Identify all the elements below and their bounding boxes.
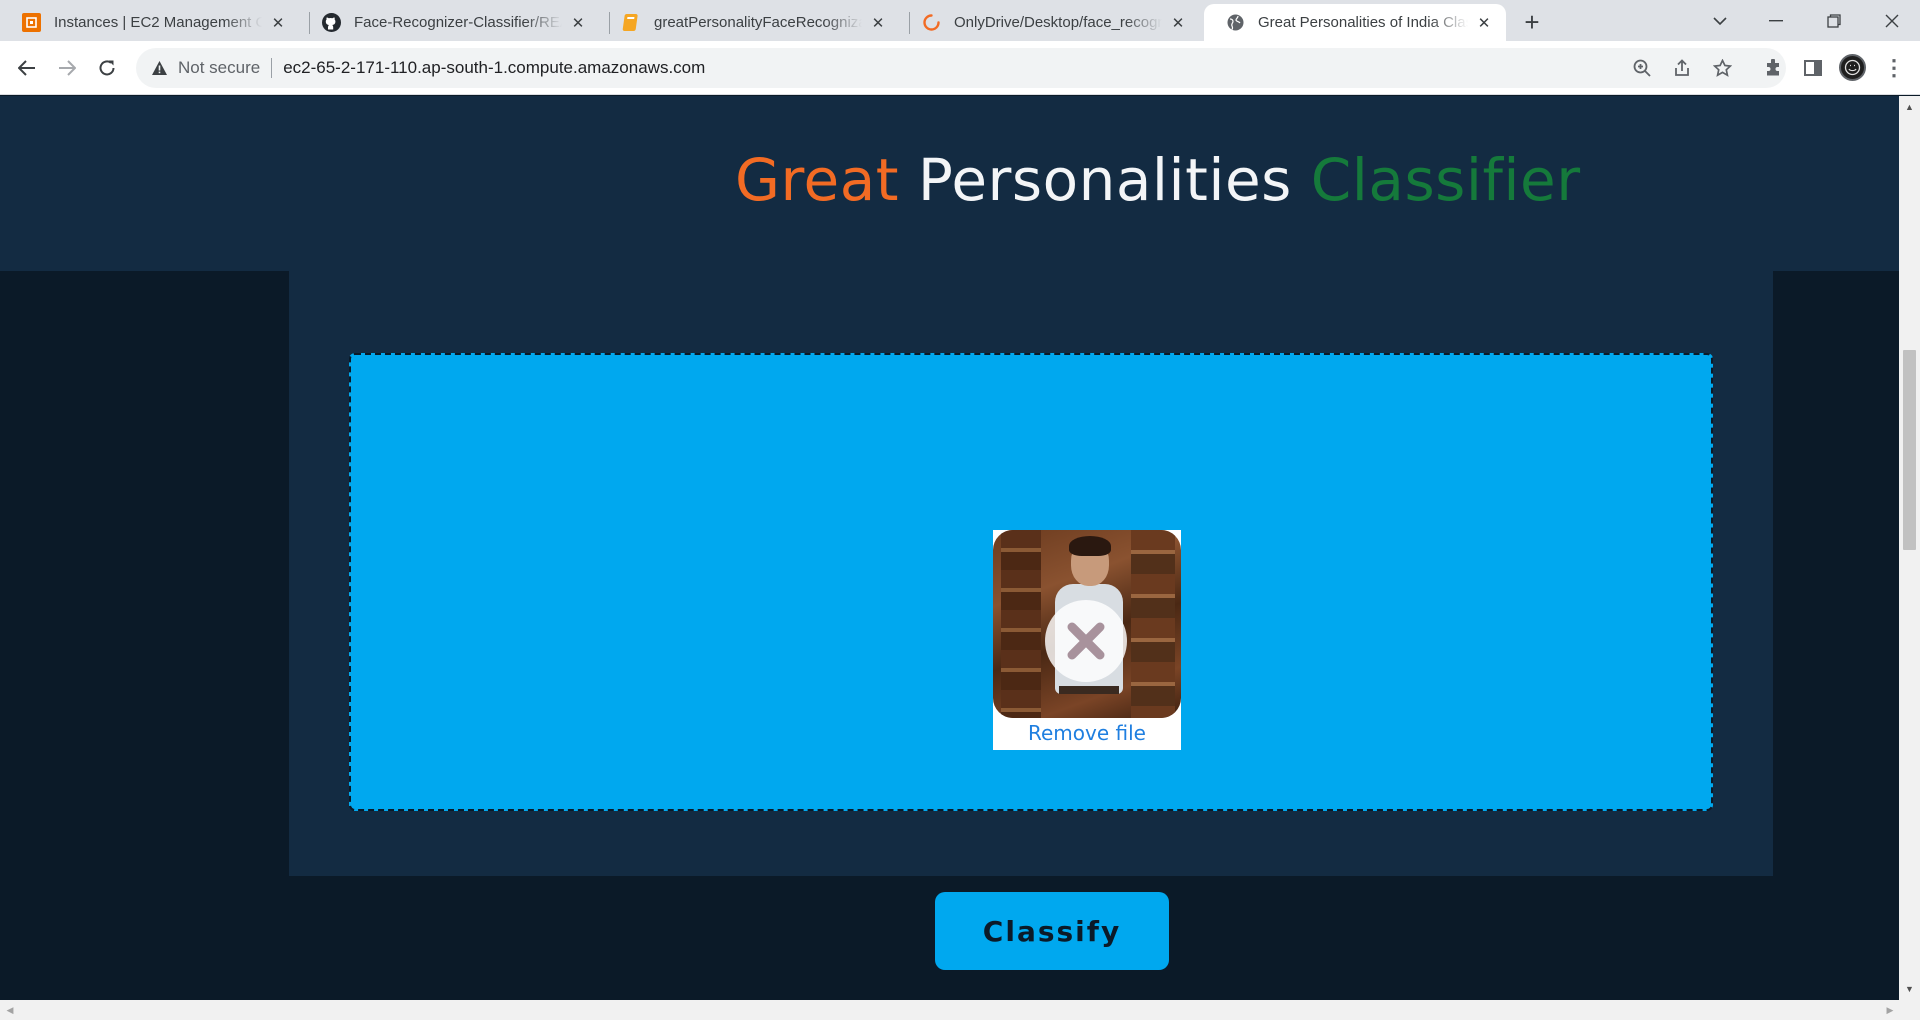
tab-title: Great Personalities of India Classifier: [1258, 14, 1468, 31]
close-window-icon[interactable]: [1864, 0, 1920, 41]
address-bar[interactable]: Not secure ec2-65-2-171-110.ap-south-1.c…: [136, 48, 1786, 88]
page-title: Great Personalities Classifier: [735, 146, 1581, 214]
remove-x-icon[interactable]: [1045, 600, 1127, 682]
tab-title: Instances | EC2 Management Console: [54, 14, 262, 31]
tab-search-chevron-icon[interactable]: [1692, 0, 1748, 41]
title-word-classifier: Classifier: [1310, 146, 1581, 214]
share-icon[interactable]: [1668, 54, 1696, 82]
vertical-scrollbar[interactable]: ▲ ▼: [1899, 96, 1920, 1000]
browser-toolbar: Not secure ec2-65-2-171-110.ap-south-1.c…: [0, 41, 1920, 95]
tab-notebook[interactable]: greatPersonalityFaceRecognization ✕: [600, 4, 900, 41]
globe-icon: [1226, 13, 1245, 32]
upload-panel: Remove file: [289, 271, 1773, 876]
photo-hair: [1069, 536, 1111, 556]
tab-github-readme[interactable]: Face-Recognizer-Classifier/README.md ✕: [300, 4, 600, 41]
file-dropzone[interactable]: Remove file: [349, 353, 1713, 811]
browser-tab-strip: Instances | EC2 Management Console ✕ Fac…: [0, 0, 1920, 41]
aws-ec2-icon: [22, 13, 41, 32]
tab-classifier[interactable]: Great Personalities of India Classifier …: [1204, 4, 1506, 41]
more-menu-icon[interactable]: ⋮: [1880, 54, 1908, 82]
file-preview: Remove file: [993, 530, 1181, 750]
loading-spinner-icon: [922, 13, 941, 32]
profile-avatar[interactable]: [1839, 54, 1866, 81]
close-icon[interactable]: ✕: [1474, 13, 1494, 33]
warning-triangle-icon[interactable]: [150, 59, 168, 77]
scroll-up-arrow-icon[interactable]: ▲: [1903, 100, 1916, 114]
zoom-icon[interactable]: [1628, 54, 1656, 82]
photo-belt: [1059, 686, 1119, 694]
web-page: Great Personalities Classifier Remove fi…: [0, 96, 1899, 1000]
remove-file-link[interactable]: Remove file: [993, 718, 1181, 750]
reload-icon[interactable]: [93, 54, 121, 82]
close-icon[interactable]: ✕: [568, 13, 588, 33]
side-panel-icon[interactable]: [1799, 54, 1827, 82]
extensions-puzzle-icon[interactable]: [1759, 54, 1787, 82]
tab-title: greatPersonalityFaceRecognization: [654, 14, 862, 31]
close-icon[interactable]: ✕: [868, 13, 888, 33]
minimize-icon[interactable]: [1748, 0, 1804, 41]
scrollbar-thumb[interactable]: [1903, 350, 1916, 550]
github-icon: [322, 13, 341, 32]
title-word-great: Great: [735, 146, 899, 214]
tab-onedrive[interactable]: OnlyDrive/Desktop/face_recognizer ✕: [900, 4, 1200, 41]
close-icon[interactable]: ✕: [1168, 13, 1188, 33]
tab-title: Face-Recognizer-Classifier/README.md: [354, 14, 562, 31]
scroll-left-arrow-icon[interactable]: ◀: [3, 1003, 17, 1017]
close-icon[interactable]: ✕: [268, 13, 288, 33]
new-tab-plus-icon[interactable]: +: [1518, 7, 1546, 37]
security-status-label[interactable]: Not secure: [178, 58, 260, 78]
back-arrow-icon[interactable]: [13, 54, 41, 82]
scroll-down-arrow-icon[interactable]: ▼: [1903, 982, 1916, 996]
jupyter-notebook-icon: [622, 13, 641, 32]
title-word-personalities: Personalities: [917, 146, 1292, 214]
address-divider: [271, 58, 273, 78]
uploaded-photo-thumbnail: [993, 530, 1181, 718]
scroll-right-arrow-icon[interactable]: ▶: [1883, 1003, 1897, 1017]
bookmark-star-icon[interactable]: [1708, 54, 1736, 82]
horizontal-scrollbar[interactable]: ◀ ▶: [0, 1000, 1920, 1020]
tab-title: OnlyDrive/Desktop/face_recognizer: [954, 14, 1162, 31]
url-text[interactable]: ec2-65-2-171-110.ap-south-1.compute.amaz…: [283, 58, 705, 78]
restore-icon[interactable]: [1806, 0, 1862, 41]
tab-ec2-instances[interactable]: Instances | EC2 Management Console ✕: [0, 4, 300, 41]
page-header: Great Personalities Classifier: [0, 96, 1899, 271]
photo-background-door: [1131, 530, 1175, 718]
photo-background-door: [1001, 530, 1041, 718]
classify-button[interactable]: Classify: [935, 892, 1169, 970]
forward-arrow-icon[interactable]: [53, 54, 81, 82]
